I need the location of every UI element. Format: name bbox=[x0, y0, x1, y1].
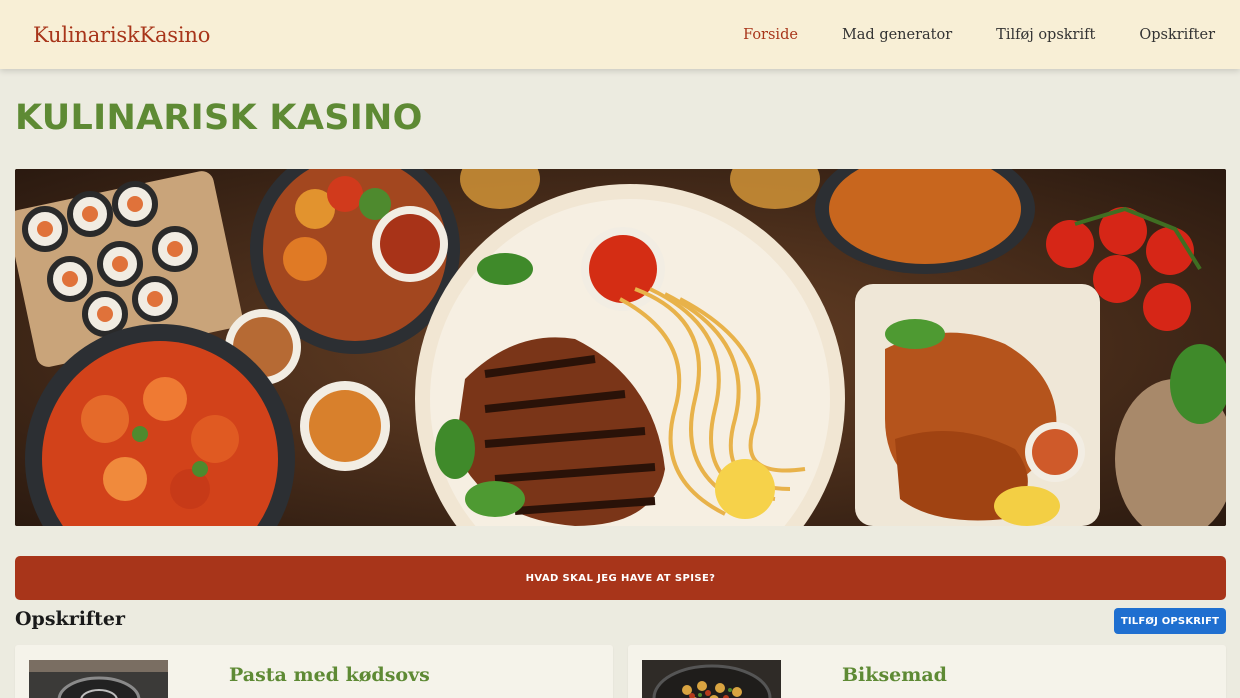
recipe-card[interactable]: Biksemad bbox=[628, 645, 1226, 698]
main-nav: Forside Mad generator Tilføj opskrift Op… bbox=[699, 0, 1215, 69]
what-to-eat-button[interactable]: HVAD SKAL JEG HAVE AT SPISE? bbox=[15, 556, 1226, 600]
hero-food-image bbox=[15, 169, 1226, 526]
recipe-thumbnail bbox=[29, 660, 168, 698]
add-recipe-button[interactable]: TILFØJ OPSKRIFT bbox=[1114, 608, 1226, 634]
top-navbar: KulinariskKasino Forside Mad generator T… bbox=[0, 0, 1240, 69]
recipes-heading: Opskrifter bbox=[15, 608, 125, 630]
brand-logo-link[interactable]: KulinariskKasino bbox=[33, 23, 210, 47]
nav-link-mad-generator[interactable]: Mad generator bbox=[842, 27, 952, 43]
pasta-pan-image bbox=[29, 660, 168, 698]
recipe-title: Pasta med kødsovs bbox=[229, 664, 430, 686]
nav-link-tilfoej-opskrift[interactable]: Tilføj opskrift bbox=[996, 27, 1095, 43]
nav-link-forside[interactable]: Forside bbox=[743, 27, 798, 43]
recipe-title: Biksemad bbox=[842, 664, 947, 686]
recipe-card[interactable]: Pasta med kødsovs bbox=[15, 645, 613, 698]
biksemad-pan-image bbox=[642, 660, 781, 698]
nav-link-opskrifter[interactable]: Opskrifter bbox=[1139, 27, 1215, 43]
recipe-thumbnail bbox=[642, 660, 781, 698]
page-title: KULINARISK KASINO bbox=[15, 98, 423, 138]
hero-food-illustration bbox=[15, 169, 1226, 526]
